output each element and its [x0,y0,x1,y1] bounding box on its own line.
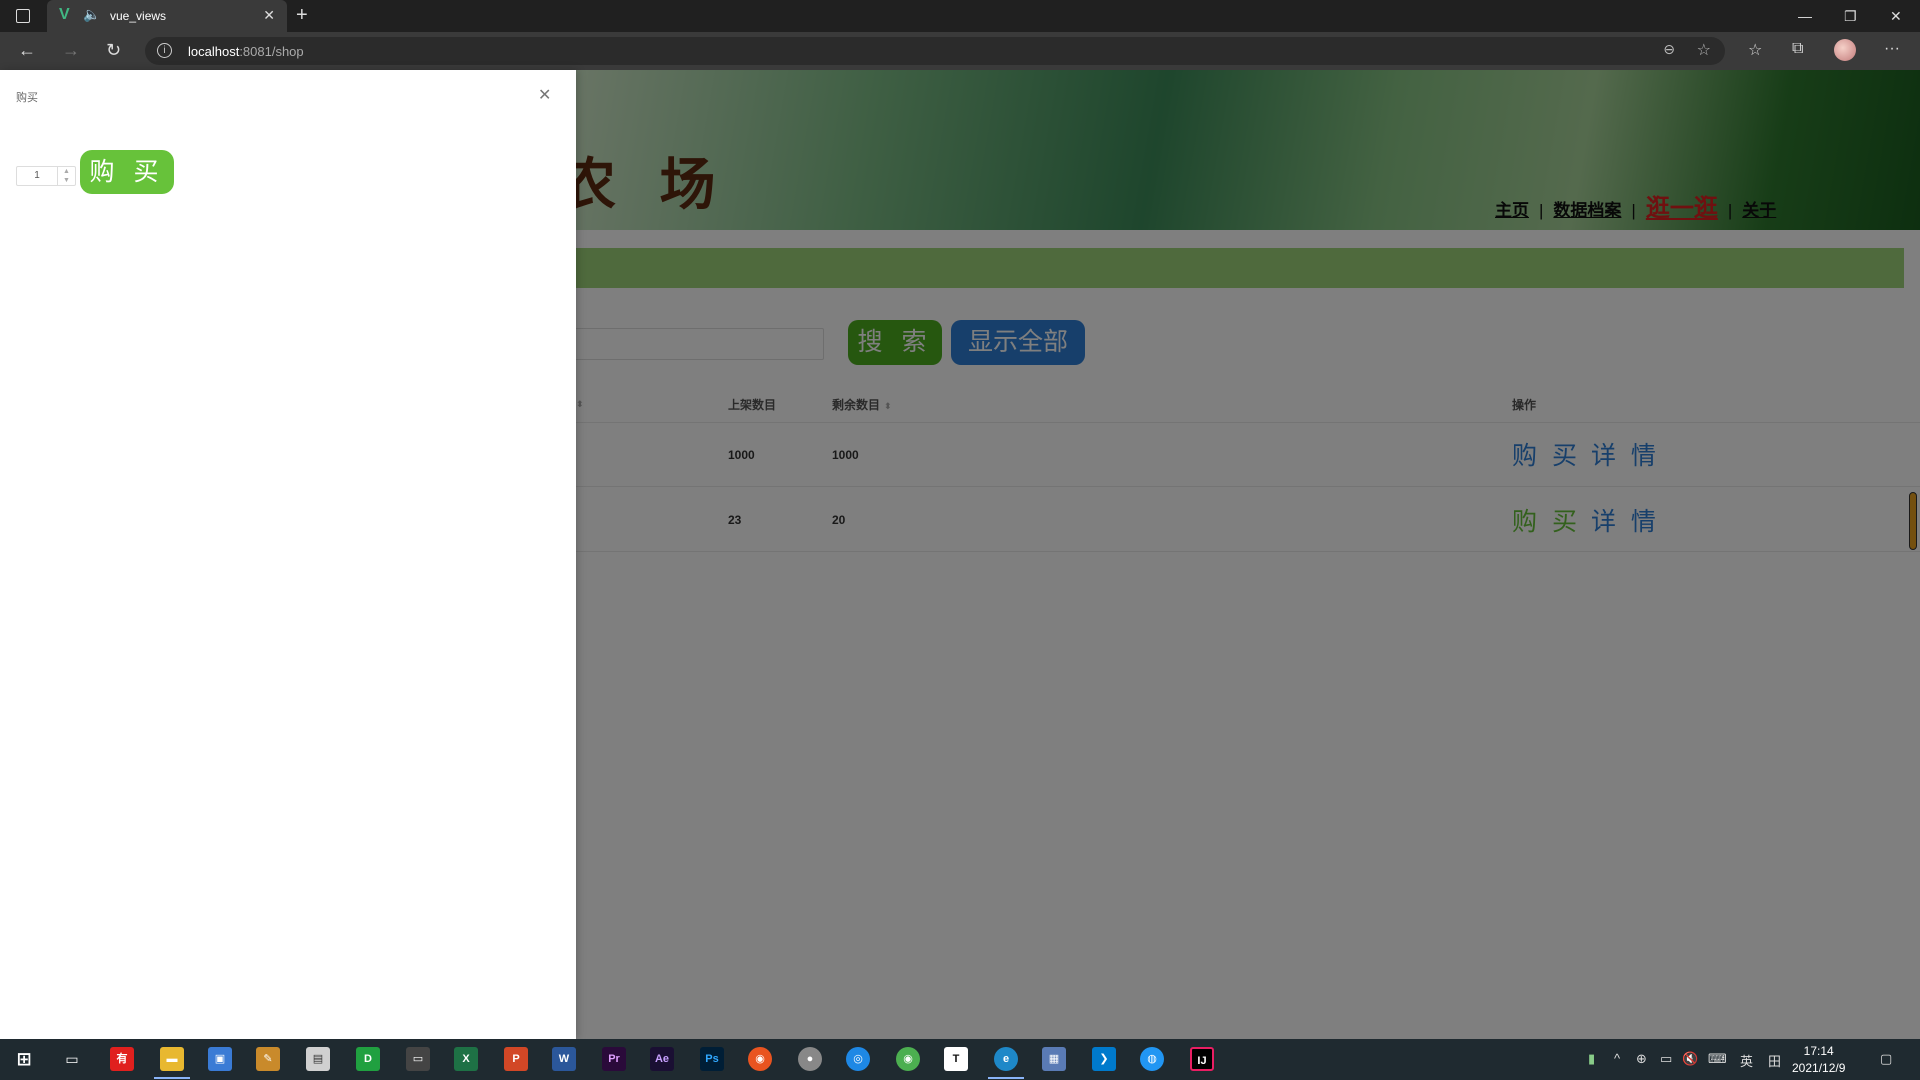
browser-titlebar: V 🔈 vue_views ✕ + — ❐ ✕ [0,0,1920,32]
ubuntu-icon[interactable]: ◉ [748,1047,772,1071]
restore-button[interactable]: ❐ [1844,8,1857,25]
chrome-icon[interactable]: ◉ [896,1047,920,1071]
collections-icon[interactable]: ⧉ [1792,40,1803,58]
file-explorer-icon[interactable]: ▬ [160,1047,184,1071]
favorites-icon[interactable]: ☆ [1748,40,1762,60]
close-icon[interactable]: ✕ [538,85,551,105]
app-icon[interactable]: ◍ [1140,1047,1164,1071]
clock-time: 17:14 [1803,1044,1834,1058]
back-icon[interactable]: ← [18,40,36,61]
photoshop-icon[interactable]: Ps [700,1047,724,1071]
app-icon[interactable]: ◎ [846,1047,870,1071]
tab-close-icon[interactable]: ✕ [263,7,275,24]
active-indicator [154,1077,190,1079]
add-favorite-icon[interactable]: ☆ [1697,40,1711,60]
buy-drawer: 购买 ✕ 1 ▲ ▼ 购 买 [0,70,576,1039]
forward-icon[interactable]: → [62,40,80,61]
after-effects-icon[interactable]: Ae [650,1047,674,1071]
refresh-icon[interactable]: ↻ [106,40,121,61]
new-tab-button[interactable]: + [296,4,308,27]
tab-title: vue_views [110,9,167,23]
word-icon[interactable]: W [552,1047,576,1071]
terminal-icon[interactable]: ▭ [406,1047,430,1071]
url-text[interactable]: localhost:8081/shop [188,44,304,59]
excel-icon[interactable]: X [454,1047,478,1071]
tray-expand-icon[interactable]: ^ [1614,1051,1620,1066]
speaker-icon[interactable]: 🔈 [83,6,100,23]
address-bar[interactable]: i localhost:8081/shop ⊖ ☆ [145,37,1725,65]
active-indicator [988,1077,1024,1079]
input-mode-icon[interactable]: 田 [1768,1051,1781,1070]
more-menu-icon[interactable]: ··· [1884,40,1900,58]
app-icon[interactable]: ▣ [208,1047,232,1071]
minimize-button[interactable]: — [1798,8,1812,24]
drawer-title: 购买 [16,92,38,104]
youdao-app-icon[interactable]: 有 [110,1047,134,1071]
app-icon[interactable]: ▦ [1042,1047,1066,1071]
typora-icon[interactable]: T [944,1047,968,1071]
site-info-icon[interactable]: i [157,43,172,58]
premiere-icon[interactable]: Pr [602,1047,626,1071]
close-window-button[interactable]: ✕ [1890,8,1902,25]
vue-logo-icon: V [59,6,70,23]
app-icon[interactable]: ▤ [306,1047,330,1071]
windows-start-icon[interactable]: ⊞ [12,1047,36,1071]
edge-icon[interactable]: e [994,1047,1018,1071]
browser-tab[interactable]: V 🔈 vue_views ✕ [47,0,287,32]
browser-toolbar: ← → ↻ i localhost:8081/shop ⊖ ☆ ☆ ⧉ ··· [0,32,1920,70]
intellij-icon[interactable]: IJ [1190,1047,1214,1071]
app-icon[interactable]: ✎ [256,1047,280,1071]
network-icon[interactable]: ⊕ [1636,1051,1647,1067]
task-view-icon[interactable]: ▭ [60,1047,84,1071]
tab-actions-icon[interactable] [16,9,30,23]
clock-date: 2021/12/9 [1792,1061,1846,1075]
ime-indicator[interactable]: 英 [1740,1051,1753,1070]
notification-icon[interactable]: ▢ [1880,1051,1892,1067]
zoom-icon[interactable]: ⊖ [1663,41,1675,58]
stepper-arrows-icon[interactable]: ▲ ▼ [57,167,75,185]
keyboard-icon[interactable]: ⌨ [1708,1051,1727,1067]
quantity-stepper[interactable]: 1 ▲ ▼ [16,166,76,186]
powerpoint-icon[interactable]: P [504,1047,528,1071]
quantity-value[interactable]: 1 [17,170,57,181]
profile-avatar[interactable] [1834,39,1856,61]
battery-icon[interactable]: ▮ [1588,1051,1595,1067]
buy-button[interactable]: 购 买 [80,150,174,194]
windows-taskbar: ⊞ ▭ 有 ▬ ▣ ✎ ▤ D ▭ X P W Pr Ae Ps ◉ ● ◎ ◉… [0,1039,1920,1080]
app-icon[interactable]: ● [798,1047,822,1071]
power-icon[interactable]: ▭ [1660,1051,1672,1067]
app-icon[interactable]: D [356,1047,380,1071]
volume-muted-icon[interactable]: 🔇 [1682,1051,1698,1067]
vscode-icon[interactable]: ❯ [1092,1047,1116,1071]
system-clock[interactable]: 17:14 2021/12/9 [1792,1043,1845,1077]
